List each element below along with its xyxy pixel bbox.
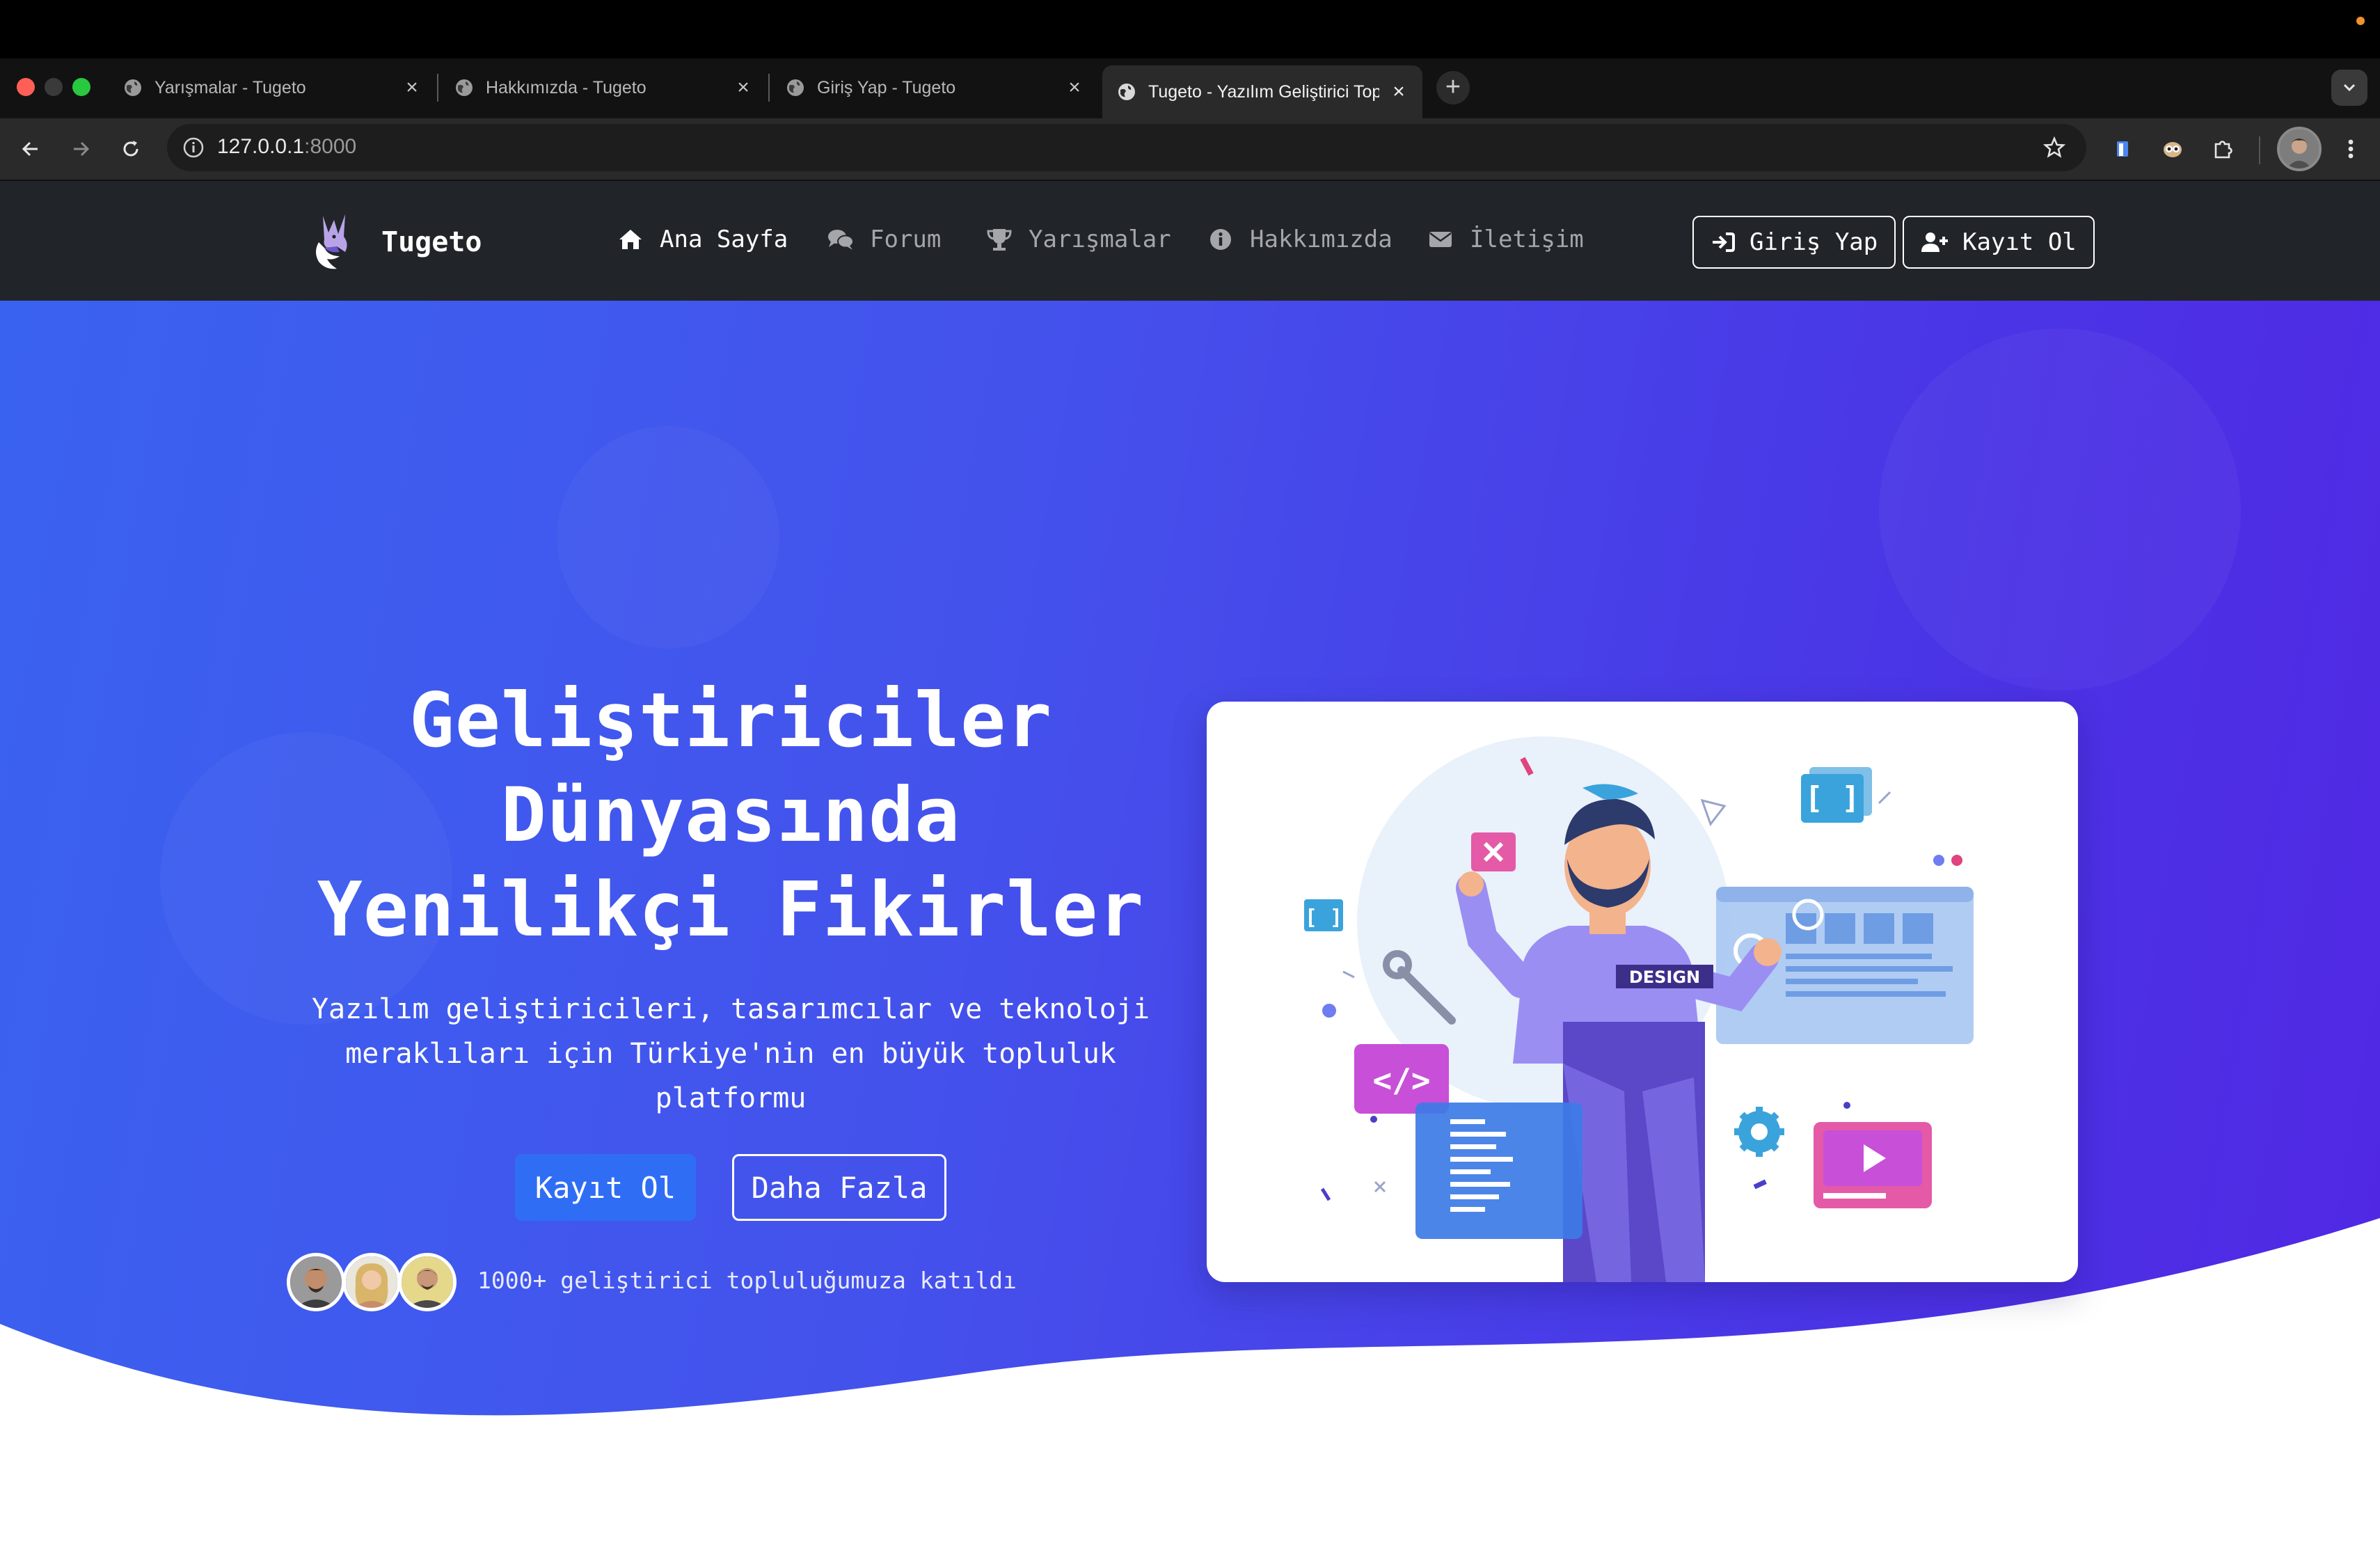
hero-title-line: Yenilikçi Fikirler [317, 867, 1145, 954]
brand-link[interactable]: Tugeto [309, 212, 482, 273]
community-count-text: 1000+ geliştirici topluluğumuza katıldı [477, 1267, 1017, 1294]
extensions-button[interactable] [2206, 132, 2239, 166]
comments-icon [827, 226, 855, 253]
tab-separator [437, 74, 438, 102]
profile-photo-icon [2280, 129, 2319, 168]
globe-icon [125, 79, 141, 96]
community-avatars [287, 1253, 457, 1311]
globe-icon [1118, 84, 1135, 100]
avatar [287, 1253, 345, 1311]
tab-close-icon[interactable]: × [402, 76, 422, 100]
register-button-label: Kayıt Ol [1962, 228, 2077, 256]
recording-indicator [2356, 17, 2365, 25]
nav-link-competitions[interactable]: Yarışmalar [985, 226, 1171, 253]
toolbar-separator [2259, 136, 2260, 164]
code-symbol-label: </> [1372, 1061, 1430, 1099]
hero-more-button[interactable]: Daha Fazla [732, 1154, 946, 1221]
extension-docs-button[interactable] [2106, 132, 2139, 166]
hero-subtitle-line: platformu [655, 1082, 807, 1114]
window-minimize-button[interactable] [45, 78, 63, 96]
tab-title: Giriş Yap - Tugeto [817, 77, 956, 97]
browser-tab[interactable]: Giriş Yap - Tugeto × [771, 65, 1098, 110]
nav-link-forum[interactable]: Forum [827, 226, 941, 253]
window-zoom-button[interactable] [72, 78, 90, 96]
login-button-label: Giriş Yap [1750, 228, 1878, 256]
reload-button[interactable] [114, 132, 148, 166]
globe-icon [787, 79, 804, 96]
tab-title: Tugeto - Yazılım Geliştirici Top [1148, 81, 1379, 102]
window-close-button[interactable] [17, 78, 35, 96]
login-button[interactable]: Giriş Yap [1692, 216, 1896, 269]
browser-tab[interactable]: Yarışmalar - Tugeto × [109, 65, 436, 110]
new-tab-button[interactable]: + [1436, 71, 1470, 104]
hero-illustration-card: [ ] [ ] DESIGN </> [1207, 702, 2078, 1282]
tab-close-icon[interactable]: × [733, 76, 753, 100]
nav-link-label: Yarışmalar [1029, 226, 1171, 253]
user-plus-icon [1921, 231, 1949, 253]
hero-title: Geliştiriciler Dünyasında Yenilikçi Fiki… [264, 674, 1197, 958]
owl-extension-icon [2164, 142, 2182, 157]
more-vertical-icon [2348, 139, 2354, 159]
sign-in-icon [1711, 231, 1736, 253]
url-host: 127.0.0.1 [217, 135, 305, 158]
tab-close-icon[interactable]: × [1065, 76, 1084, 100]
chevron-down-icon [2343, 84, 2356, 92]
browser-menu-button[interactable] [2342, 132, 2359, 166]
trophy-icon [985, 226, 1013, 253]
hero-register-button[interactable]: Kayıt Ol [515, 1154, 696, 1221]
url-port: :8000 [304, 135, 357, 158]
fox-logo-icon [316, 214, 347, 269]
forward-button[interactable] [64, 132, 97, 166]
nav-link-home[interactable]: Ana Sayfa [617, 226, 788, 253]
tab-title: Hakkımızda - Tugeto [486, 77, 646, 97]
info-icon [1207, 226, 1235, 253]
hero-subtitle: Yazılım geliştiricileri, tasarımcılar ve… [278, 987, 1183, 1121]
profile-avatar[interactable] [2277, 127, 2322, 171]
document-extension-icon [2117, 141, 2128, 157]
url-text: 127.0.0.1:8000 [217, 135, 356, 159]
register-button[interactable]: Kayıt Ol [1903, 216, 2095, 269]
hero-subtitle-line: meraklıları için Türkiye'nin en büyük to… [345, 1038, 1116, 1070]
design-badge-label: DESIGN [1629, 968, 1700, 987]
nav-link-label: Forum [870, 226, 942, 253]
tab-separator [768, 74, 770, 102]
globe-icon [456, 79, 473, 96]
nav-link-about[interactable]: Hakkımızda [1207, 226, 1393, 253]
tab-title: Yarışmalar - Tugeto [154, 77, 306, 97]
avatar [342, 1253, 401, 1311]
nav-link-contact[interactable]: İletişim [1427, 226, 1584, 253]
home-icon [617, 226, 644, 253]
arrow-left-icon [22, 141, 38, 157]
browser-tab-active[interactable]: Tugeto - Yazılım Geliştirici Top × [1102, 65, 1422, 118]
nav-link-label: İletişim [1470, 226, 1584, 253]
reload-icon [123, 141, 138, 157]
arrow-right-icon [74, 141, 90, 157]
nav-link-label: Ana Sayfa [660, 226, 788, 253]
avatar [398, 1253, 457, 1311]
hero-title-line: Geliştiriciler [408, 677, 1053, 764]
hero-title-line: Dünyasında [500, 772, 961, 859]
site-info-icon[interactable] [180, 134, 207, 161]
bracket-label-small: [ ] [1305, 906, 1342, 930]
back-button[interactable] [14, 132, 47, 166]
browser-tab[interactable]: Hakkımızda - Tugeto × [440, 65, 767, 110]
envelope-icon [1427, 226, 1454, 253]
bookmark-star-icon[interactable] [2040, 134, 2068, 161]
address-bar[interactable]: 127.0.0.1:8000 [167, 124, 2086, 171]
site-navbar: Tugeto Ana Sayfa Forum Yarışmalar Hakkım… [0, 180, 2380, 301]
tab-search-button[interactable] [2331, 70, 2367, 106]
developer-illustration: [ ] [ ] DESIGN </> [1304, 736, 1974, 1282]
brand-name: Tugeto [381, 226, 482, 258]
os-menu-strip [0, 0, 2380, 58]
tab-close-icon[interactable]: × [1389, 80, 1409, 104]
hero-subtitle-line: Yazılım geliştiricileri, tasarımcılar ve… [311, 993, 1150, 1025]
bracket-label: [ ] [1804, 780, 1859, 816]
extension-owl-button[interactable] [2156, 132, 2189, 166]
nav-link-label: Hakkımızda [1250, 226, 1393, 253]
puzzle-icon [2214, 141, 2232, 159]
